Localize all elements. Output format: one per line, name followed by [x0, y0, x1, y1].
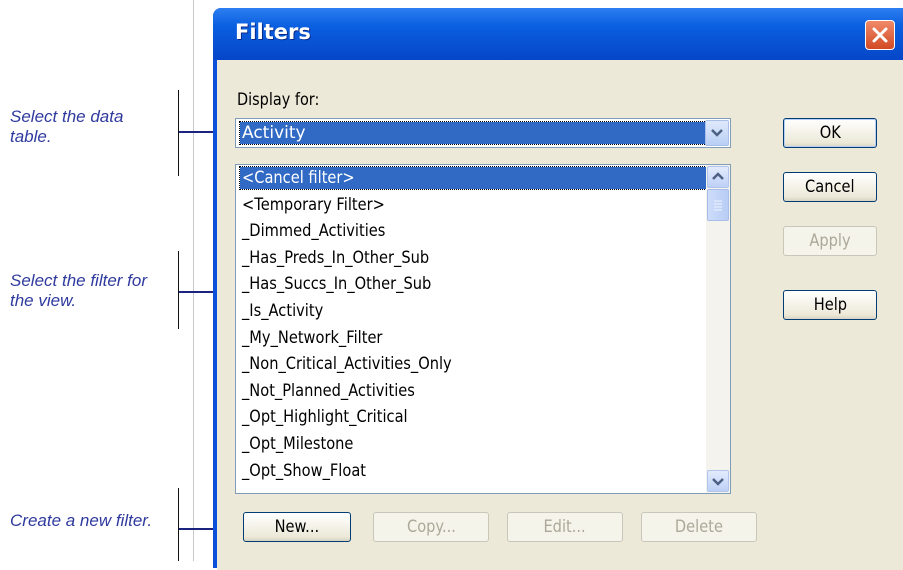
- copy-button-label: Copy...: [406, 517, 456, 537]
- list-item-label: _Is_Activity: [242, 301, 324, 321]
- close-button[interactable]: [865, 20, 895, 50]
- list-item-label: _Dimmed_Activities: [242, 221, 386, 242]
- annotation-create-filter: Create a new filter.: [10, 511, 153, 530]
- dialog-title: Filters: [235, 20, 311, 44]
- dialog-titlebar[interactable]: Filters: [213, 8, 903, 60]
- list-item-label: _Opt_Highlight_Critical: [242, 407, 408, 428]
- chevron-down-icon: [712, 478, 724, 486]
- list-item-label: _Non_Critical_Activities_Only: [242, 354, 452, 375]
- edit-filter-button[interactable]: Edit...: [507, 512, 623, 542]
- list-item[interactable]: _Has_Succs_In_Other_Sub: [240, 273, 712, 295]
- chevron-down-icon: [711, 129, 723, 137]
- display-for-dropdown-button[interactable]: [705, 120, 729, 146]
- list-item-label: _Has_Succs_In_Other_Sub: [242, 274, 432, 295]
- annotation-select-filter: Select the filter for the view.: [10, 271, 148, 310]
- list-item[interactable]: _My_Network_Filter: [240, 327, 712, 349]
- delete-filter-button[interactable]: Delete: [641, 512, 757, 542]
- scroll-thumb[interactable]: [707, 189, 729, 221]
- list-item-label: _Has_Preds_In_Other_Sub: [242, 247, 430, 268]
- display-for-select[interactable]: Activity: [235, 118, 731, 148]
- display-for-label: Display for:: [237, 90, 320, 110]
- list-item-label: <Temporary Filter>: [242, 194, 385, 215]
- list-item[interactable]: _Opt_Milestone: [240, 433, 712, 455]
- annotation-bracket-new: [178, 488, 179, 561]
- new-filter-button[interactable]: New...: [243, 512, 351, 542]
- grip-icon: [714, 200, 722, 211]
- ok-button[interactable]: OK: [783, 118, 877, 148]
- list-item[interactable]: <Cancel filter>: [239, 166, 713, 190]
- new-button-label: New...: [274, 517, 320, 537]
- edit-button-label: Edit...: [543, 517, 587, 537]
- filter-list-scrollbar[interactable]: [706, 165, 730, 493]
- list-item-label: _Opt_Milestone: [242, 434, 354, 454]
- scroll-up-button[interactable]: [707, 166, 729, 188]
- list-item[interactable]: _Not_Planned_Activities: [240, 380, 712, 402]
- scroll-down-button[interactable]: [707, 470, 729, 492]
- apply-button-label: Apply: [809, 231, 851, 251]
- page-divider: [193, 0, 194, 561]
- annotation-bracket-filter: [178, 251, 179, 329]
- filters-dialog: Filters Display for: Activity <Cancel fi…: [213, 8, 903, 570]
- filter-list[interactable]: <Cancel filter> <Temporary Filter> _Dimmed…: [235, 164, 731, 494]
- display-for-value: Activity: [239, 121, 707, 145]
- help-button-label: Help: [813, 295, 847, 315]
- copy-filter-button[interactable]: Copy...: [373, 512, 489, 542]
- list-item-label: _My_Network_Filter: [242, 327, 383, 348]
- chevron-up-icon: [712, 172, 724, 180]
- list-item[interactable]: _Dimmed_Activities: [240, 220, 712, 242]
- cancel-button[interactable]: Cancel: [783, 172, 877, 202]
- annotation-bracket-table: [178, 90, 179, 176]
- dialog-client-area: Display for: Activity <Cancel filter> <Te…: [217, 60, 903, 570]
- help-button[interactable]: Help: [783, 290, 877, 320]
- annotation-select-table: Select the data table.: [10, 107, 124, 146]
- close-icon: [872, 27, 888, 43]
- list-item[interactable]: _Opt_Highlight_Critical: [240, 406, 712, 428]
- list-item-label: <Cancel filter>: [242, 168, 355, 188]
- list-item[interactable]: _Non_Critical_Activities_Only: [240, 353, 712, 375]
- delete-button-label: Delete: [674, 517, 724, 537]
- list-item[interactable]: _Has_Preds_In_Other_Sub: [240, 247, 712, 269]
- list-item[interactable]: _Opt_Show_Float: [240, 460, 712, 482]
- list-item[interactable]: <Temporary Filter>: [240, 194, 712, 216]
- cancel-button-label: Cancel: [805, 177, 855, 197]
- apply-button[interactable]: Apply: [783, 226, 877, 256]
- list-item-label: _Not_Planned_Activities: [242, 380, 415, 401]
- ok-button-label: OK: [819, 123, 841, 143]
- list-item[interactable]: _Is_Activity: [240, 300, 712, 322]
- list-item-label: _Opt_Show_Float: [242, 460, 367, 481]
